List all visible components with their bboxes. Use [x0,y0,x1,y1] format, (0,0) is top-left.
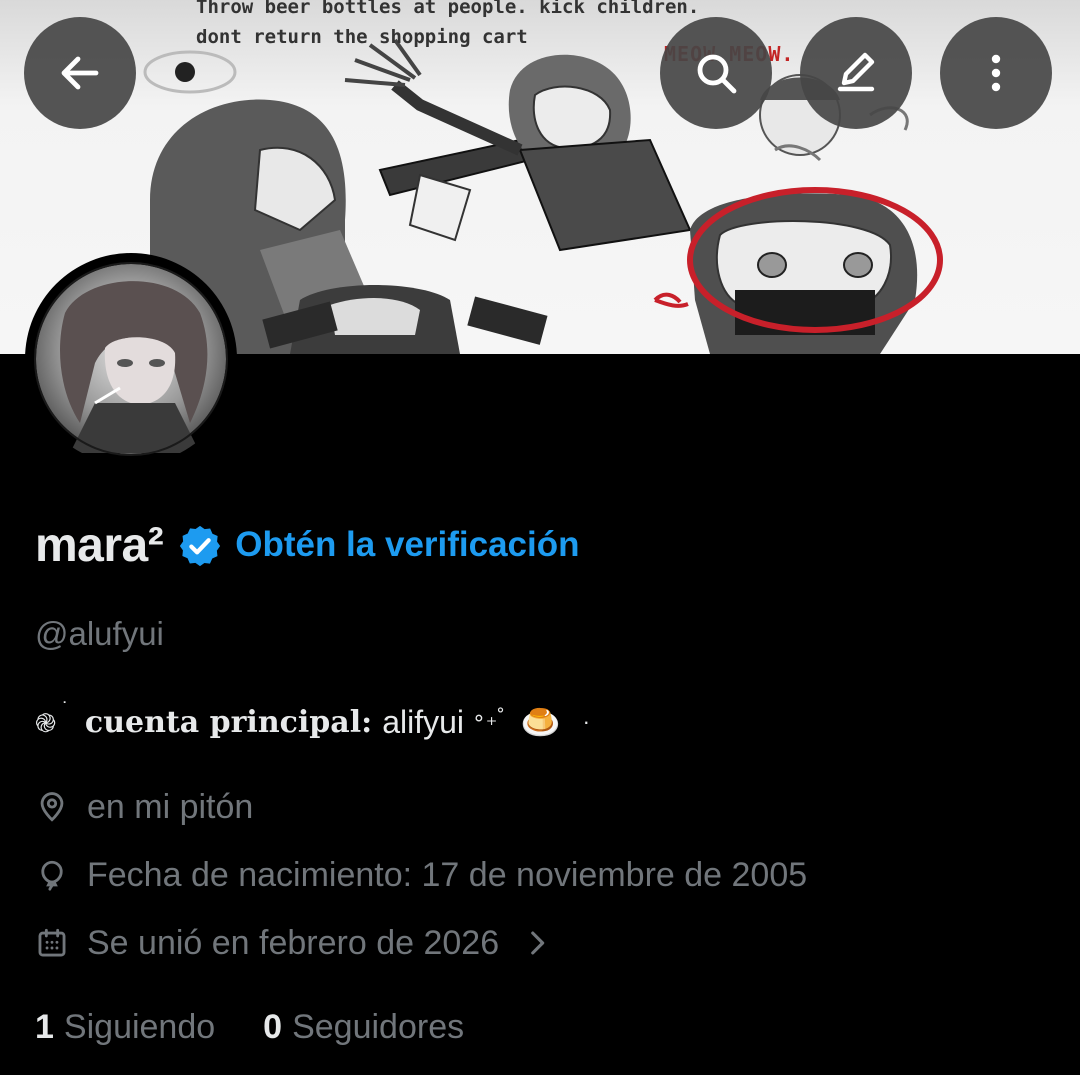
bio-dot-end: · [582,709,590,734]
bio-bold-text: cuenta principal: [84,704,373,740]
birthdate-text: Fecha de nacimiento: 17 de noviembre de … [87,855,808,894]
avatar-image [34,262,228,456]
banner-caption-line2: dont return the shopping cart [196,26,528,48]
user-handle: @alufyui [35,615,164,652]
calendar-icon [38,928,66,957]
bio-main-account: alifyui [382,703,464,740]
followers-label: Seguidores [292,1007,465,1046]
display-name: mara² [35,518,164,572]
avatar[interactable] [25,253,237,465]
birthdate-row: Fecha de nacimiento: 17 de noviembre de … [35,852,807,898]
follow-stats: 1 Siguiendo 0 Seguidores [35,1004,464,1050]
banner-caption-line1: Throw beer bottles at people. kick child… [196,0,700,18]
search-icon [697,54,737,94]
location-text: en mi pitón [87,787,254,826]
banner-caption: Throw beer bottles at people. kick child… [196,0,699,52]
bio-dot: ˙ [62,698,69,721]
flan-emoji: 🍮 [520,704,561,740]
more-vertical-icon [991,54,1001,92]
following-link[interactable]: 1 Siguiendo [35,1008,215,1047]
name-row: mara² Obtén la verificación [35,512,580,578]
following-label: Siguiendo [63,1007,216,1046]
followers-count: 0 [263,1007,283,1046]
joined-text: Se unió en febrero de 2026 [87,923,500,962]
edit-profile-button[interactable] [800,17,912,129]
edit-pencil-icon [837,52,875,92]
bio: ֎ ˙ cuenta principal: alifyui ∘₊˚ 🍮 · [35,698,590,744]
followers-link[interactable]: 0 Seguidores [263,1008,464,1047]
bio-sparkle: ∘₊˚ [472,705,505,730]
following-count: 1 [35,1007,54,1046]
more-options-button[interactable] [940,17,1052,129]
back-button[interactable] [24,17,136,129]
location-pin-icon [40,792,64,822]
get-verified-link[interactable]: Obtén la verificación [235,525,579,565]
bio-spiral-symbol: ֎ [35,708,57,738]
search-button[interactable] [660,17,772,129]
balloon-icon [41,860,63,891]
chevron-right-icon[interactable] [525,926,549,960]
verified-badge-icon[interactable] [177,523,223,569]
back-arrow-icon [61,56,99,90]
joined-row[interactable]: Se unió en febrero de 2026 [35,920,549,966]
location-row: en mi pitón [35,784,253,830]
